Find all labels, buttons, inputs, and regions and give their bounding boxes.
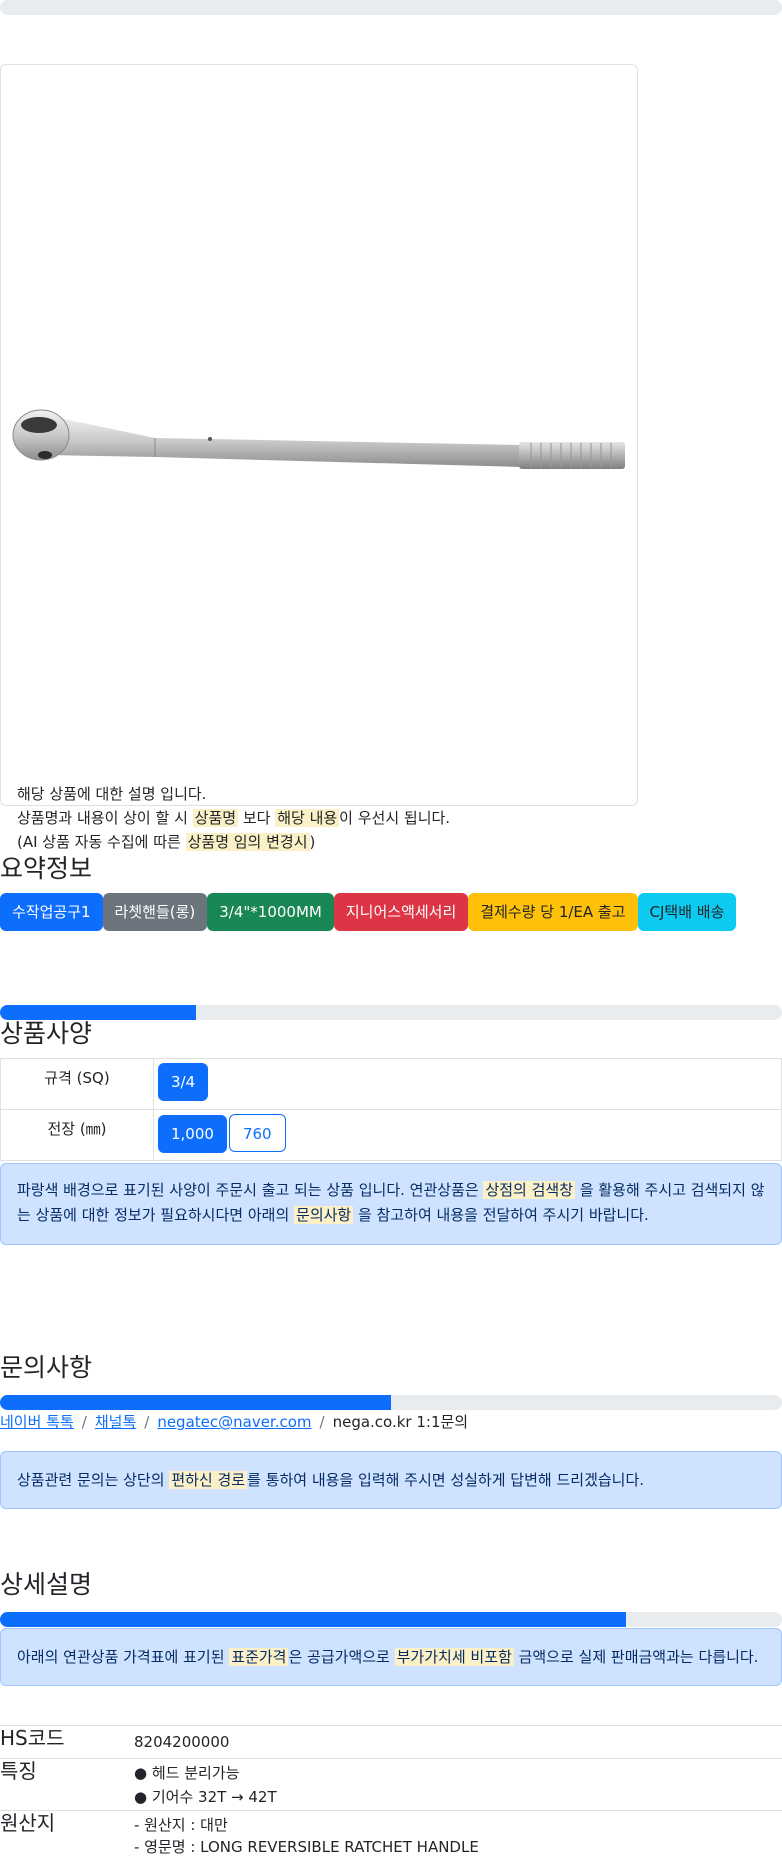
info-key: 특징: [0, 1759, 37, 1783]
summary-title: 요약정보: [0, 854, 93, 883]
spec-label: 전장 (㎜): [0, 1109, 154, 1161]
spec-options: 3/4: [153, 1058, 782, 1110]
notice-text: 상품관련 문의는 상단의: [17, 1471, 170, 1489]
info-value: ● 기어수 32T → 42T: [134, 1788, 277, 1806]
highlight-route: 편하신 경로: [169, 1471, 248, 1489]
badge-brand: 지니어스액세서리: [333, 893, 469, 931]
info-value: - 원산지 : 대만: [134, 1816, 228, 1834]
naver-talktalk-link[interactable]: 네이버 톡톡: [0, 1413, 74, 1431]
option-1000-selected[interactable]: 1,000: [158, 1115, 227, 1153]
notice-text: 을 참고하여 내용을 전달하여 주시기 바랍니다.: [353, 1206, 649, 1224]
info-row-origin: 원산지 - 원산지 : 대만 - 영문명 : LONG REVERSIBLE R…: [0, 1810, 782, 1857]
notice-text: 파랑색 배경으로 표기된 사양이 주문시 출고 되는 상품 입니다. 연관상품은: [17, 1181, 484, 1199]
site-inquiry-text: nega.co.kr 1:1문의: [332, 1413, 469, 1431]
summary-badges: 수작업공구1 라쳇핸들(롱) 3/4"*1000MM 지니어스액세서리 결제수량…: [0, 893, 737, 931]
highlight-vat: 부가가치세 비포함: [394, 1648, 514, 1666]
spec-progress-bar: [0, 1005, 782, 1020]
badge-size: 3/4"*1000MM: [207, 893, 334, 931]
highlight-inquiry: 문의사항: [294, 1206, 354, 1224]
detail-progress-fill: [0, 1612, 626, 1627]
spec-row-length: 전장 (㎜) 1,000 760: [0, 1109, 782, 1161]
product-card: 해당 상품에 대한 설명 입니다. 상품명과 내용이 상이 할 시 상품명 보다…: [0, 64, 638, 851]
highlight-name-change: 상품명 임의 변경시: [185, 833, 310, 851]
detail-title: 상세설명: [0, 1570, 93, 1599]
option-760[interactable]: 760: [228, 1114, 286, 1152]
email-link[interactable]: negatec@naver.com: [157, 1413, 311, 1431]
desc-line-2: 상품명과 내용이 상이 할 시 상품명 보다 해당 내용 이 우선시 됩니다.: [17, 806, 450, 830]
badge-subcategory: 라쳇핸들(롱): [102, 893, 208, 931]
notice-text: 금액으로 실제 판매금액과는 다릅니다.: [513, 1648, 759, 1666]
highlight-content: 해당 내용: [275, 809, 340, 827]
separator: /: [144, 1413, 150, 1431]
spec-progress-fill: [0, 1005, 196, 1020]
channeltalk-link[interactable]: 채널톡: [95, 1413, 136, 1431]
inquiry-title: 문의사항: [0, 1353, 93, 1382]
desc-line-1: 해당 상품에 대한 설명 입니다.: [17, 785, 207, 803]
inquiry-notice: 상품관련 문의는 상단의 편하신 경로 를 통하여 내용을 입력해 주시면 성실하…: [0, 1451, 782, 1509]
desc-text: ): [309, 833, 316, 851]
spec-notice: 파랑색 배경으로 표기된 사양이 주문시 출고 되는 상품 입니다. 연관상품은…: [0, 1163, 782, 1245]
separator: /: [81, 1413, 87, 1431]
spec-row-size: 규격 (SQ) 3/4: [0, 1058, 782, 1110]
info-row-hscode: HS코드 8204200000: [0, 1725, 782, 1758]
desc-text: (AI 상품 자동 수집에 따른: [17, 833, 186, 851]
badge-quantity: 결제수량 당 1/EA 출고: [468, 893, 638, 931]
info-value: ● 헤드 분리가능: [134, 1764, 240, 1782]
notice-text: 은 공급가액으로: [288, 1648, 395, 1666]
highlight-product-name: 상품명: [192, 809, 239, 827]
info-value: 8204200000: [134, 1733, 230, 1751]
desc-text: 이 우선시 됩니다.: [339, 809, 451, 827]
desc-text: 상품명과 내용이 상이 할 시: [17, 809, 193, 827]
detail-notice: 아래의 연관상품 가격표에 표기된 표준가격 은 공급가액으로 부가가치세 비포함…: [0, 1628, 782, 1686]
highlight-search: 상점의 검색창: [483, 1181, 576, 1199]
spec-label: 규격 (SQ): [0, 1058, 154, 1110]
badge-shipping: CJ택배 배송: [637, 893, 737, 931]
spec-options: 1,000 760: [153, 1109, 782, 1161]
inquiry-links: 네이버 톡톡 / 채널톡 / negatec@naver.com / nega.co.kr …: [0, 1410, 468, 1434]
spec-title: 상품사양: [0, 1019, 93, 1048]
inquiry-progress-fill: [0, 1395, 391, 1410]
product-image: [12, 409, 625, 469]
desc-line-3: (AI 상품 자동 수집에 따른 상품명 임의 변경시): [17, 830, 450, 854]
product-description: 해당 상품에 대한 설명 입니다. 상품명과 내용이 상이 할 시 상품명 보다…: [17, 782, 450, 854]
desc-text: 보다: [238, 809, 276, 827]
notice-text: 아래의 연관상품 가격표에 표기된: [17, 1648, 230, 1666]
top-progress-bar: [0, 0, 782, 15]
separator: /: [319, 1413, 325, 1431]
info-value: - 영문명 : LONG REVERSIBLE RATCHET HANDLE: [134, 1838, 479, 1856]
spec-table: 규격 (SQ) 3/4 전장 (㎜) 1,000 760: [0, 1058, 782, 1161]
info-key: 원산지: [0, 1811, 56, 1835]
option-3-4-selected[interactable]: 3/4: [158, 1063, 209, 1101]
badge-category: 수작업공구1: [0, 893, 103, 931]
notice-text: 를 통하여 내용을 입력해 주시면 성실하게 답변해 드리겠습니다.: [247, 1471, 645, 1489]
detail-progress-bar: [0, 1612, 782, 1627]
info-key: HS코드: [0, 1726, 65, 1750]
highlight-standard-price: 표준가격: [229, 1648, 289, 1666]
inquiry-progress-bar: [0, 1395, 782, 1410]
info-row-features: 특징 ● 헤드 분리가능 ● 기어수 32T → 42T: [0, 1758, 782, 1810]
